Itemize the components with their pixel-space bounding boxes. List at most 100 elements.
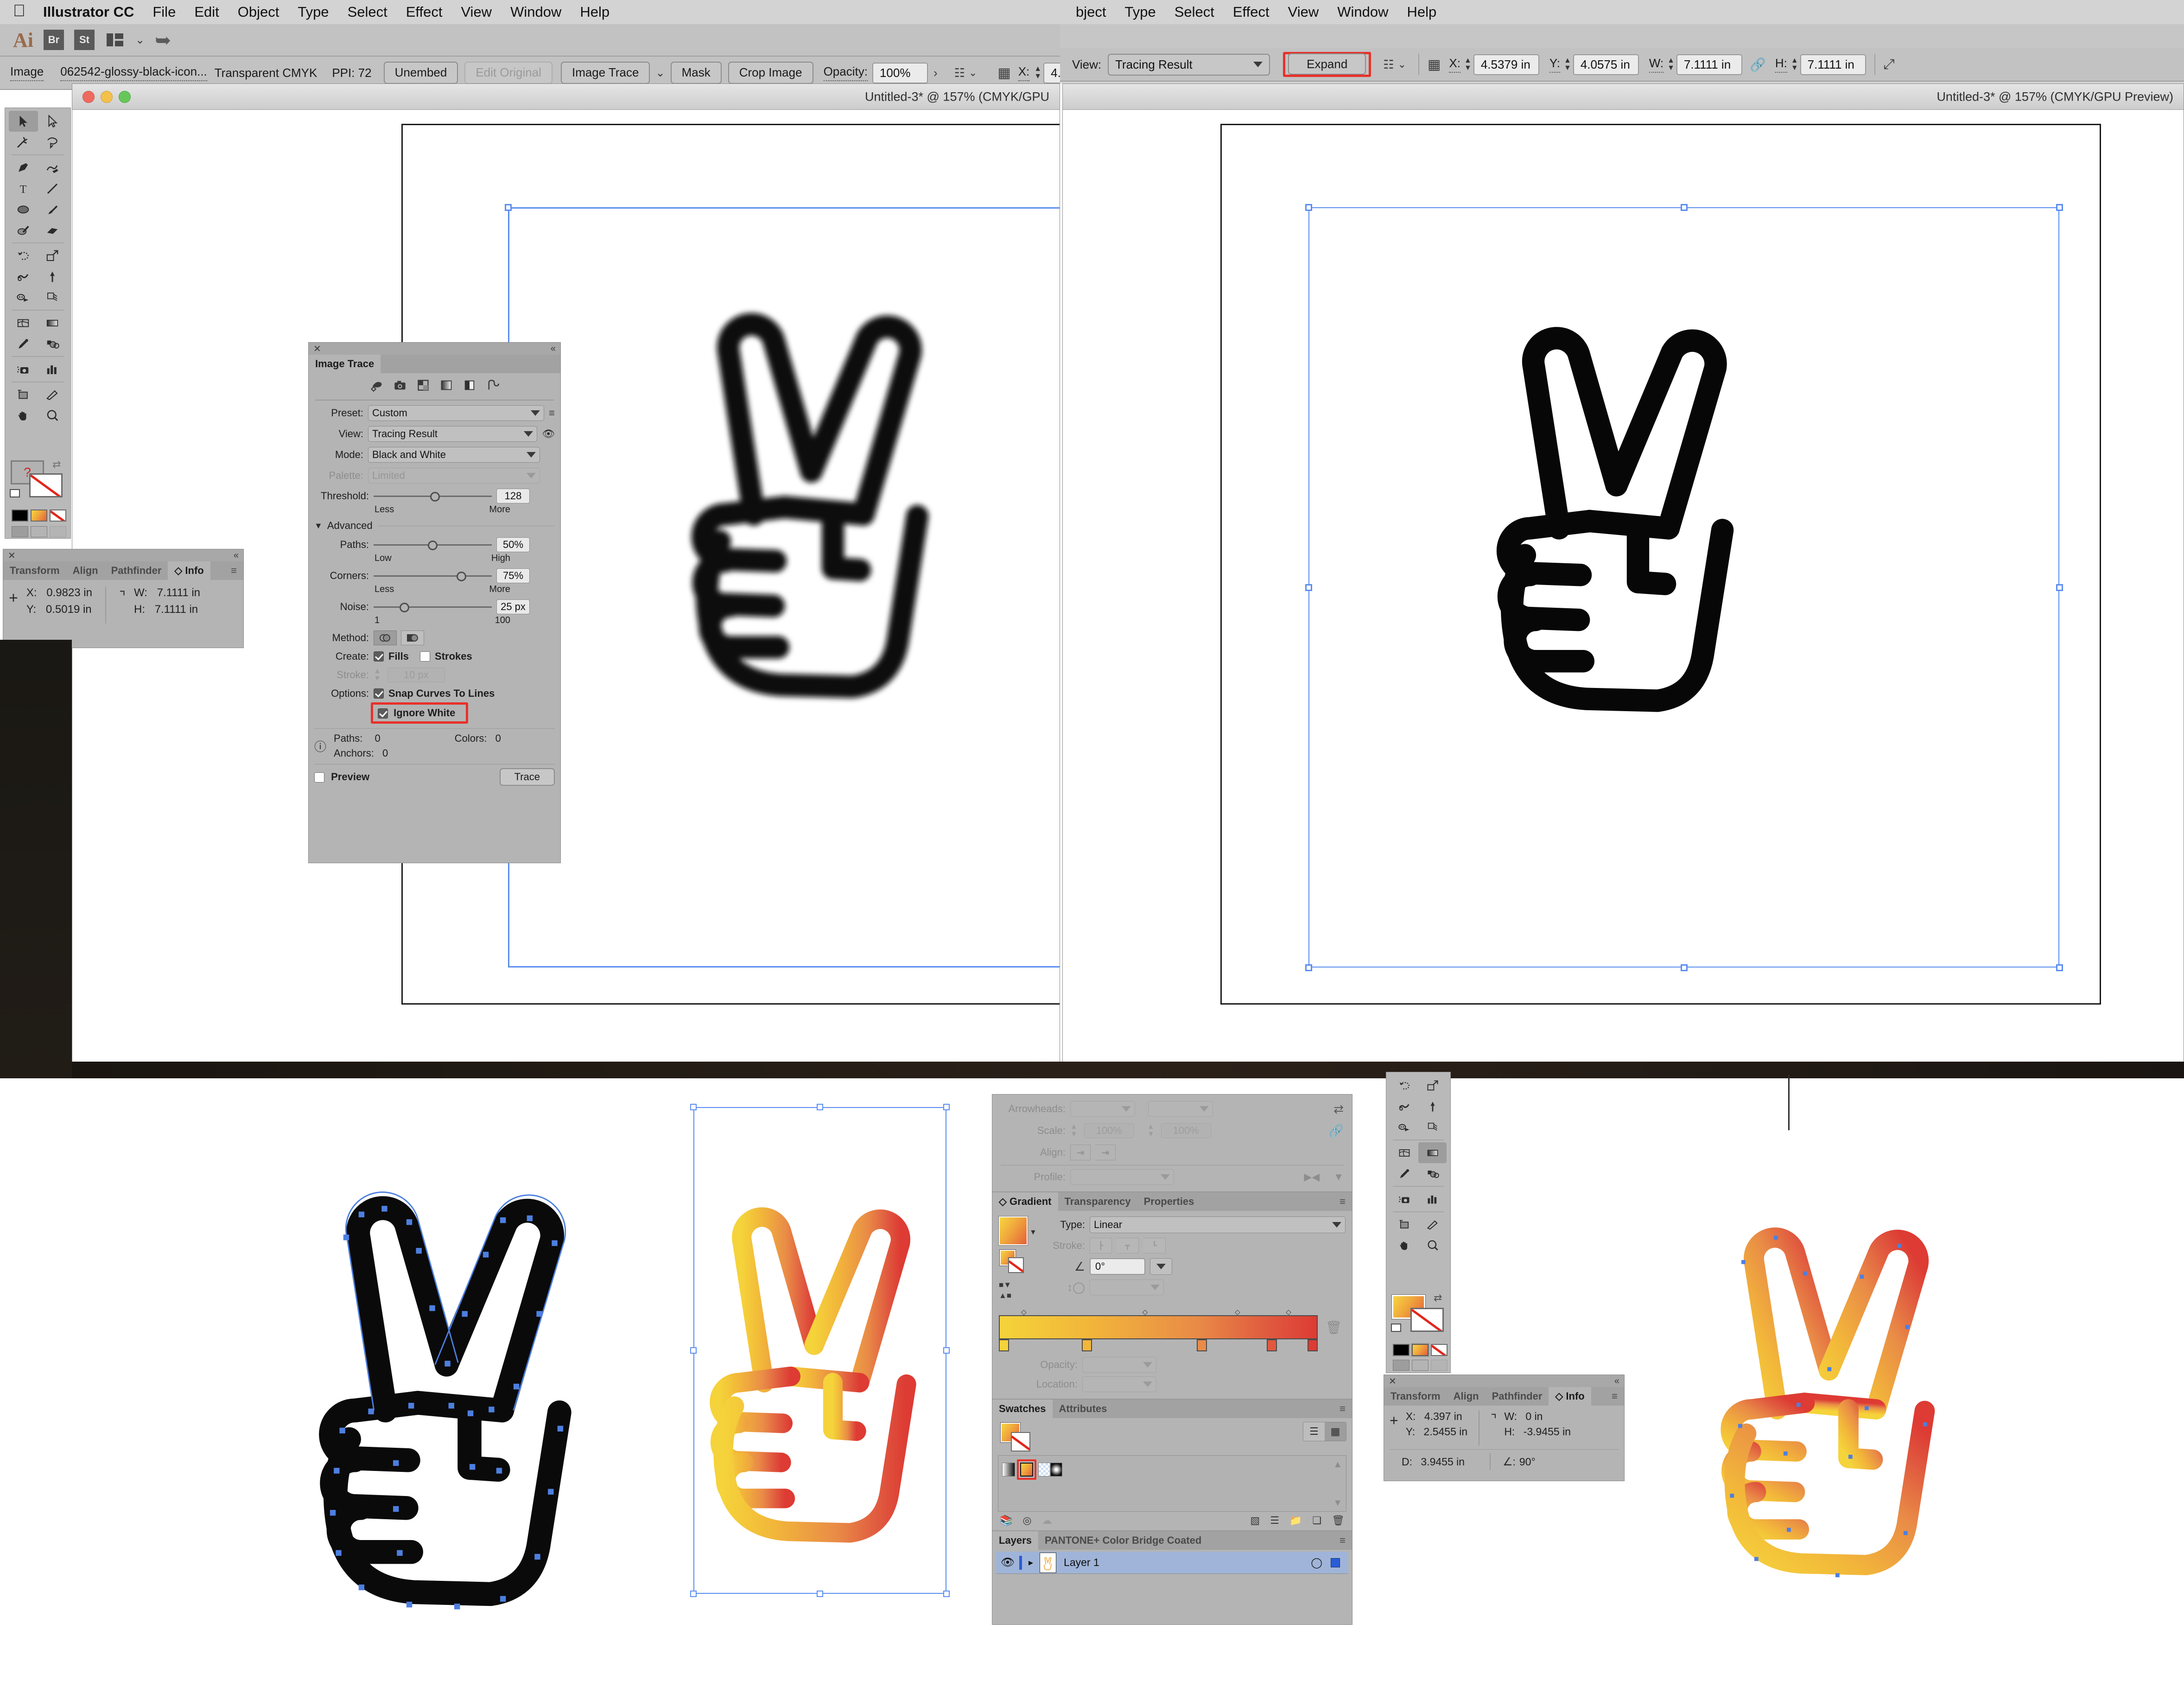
ellipse-tool[interactable] — [9, 199, 38, 220]
selection-handle-tl[interactable] — [505, 204, 512, 211]
zoom-tool-right[interactable] — [1418, 1235, 1447, 1256]
gradient-angle-row[interactable]: ∠ 0° — [1045, 1258, 1346, 1275]
scale-tool[interactable] — [38, 245, 67, 266]
curvature-tool[interactable] — [38, 157, 67, 178]
shape-builder-tool-right[interactable] — [1418, 1163, 1447, 1184]
image-trace-tabs[interactable]: Image Trace — [309, 355, 560, 373]
method-row[interactable]: Method: — [314, 630, 555, 645]
view-select[interactable]: Tracing Result — [368, 426, 537, 442]
paintbrush-tool[interactable] — [38, 199, 67, 220]
menu-effect-right[interactable]: Effect — [1224, 4, 1279, 20]
menu-bar-right[interactable]: bject Type Select Effect View Window Hel… — [1060, 0, 2184, 24]
h-input-right[interactable]: 7.1111 in — [1800, 54, 1866, 75]
tab-pathfinder-right[interactable]: Pathfinder — [1486, 1387, 1549, 1406]
image-trace-button[interactable]: Image Trace — [561, 62, 650, 83]
blend-tool[interactable] — [9, 287, 38, 308]
y-stepper-right[interactable]: ▲▼ — [1564, 58, 1571, 71]
rotate-tool[interactable] — [9, 245, 38, 266]
menu-object-right[interactable]: bject — [1067, 4, 1115, 20]
perspective-grid-tool[interactable] — [38, 287, 67, 308]
high-fidelity-photo-icon[interactable] — [394, 379, 406, 394]
fill-stroke-controls-left[interactable]: ? ⇄ — [10, 460, 67, 507]
swatch-white-to-black[interactable] — [1002, 1463, 1015, 1477]
align-dropdown-icon[interactable]: ⌄ — [969, 67, 977, 79]
gradient-angle-input[interactable]: 0° — [1090, 1258, 1145, 1275]
gradient-presets-caret-icon[interactable]: ▼ — [1029, 1229, 1037, 1237]
tab-transparency[interactable]: Transparency — [1058, 1192, 1137, 1211]
image-trace-panel-header[interactable]: ✕ « — [309, 343, 560, 355]
workspace-switcher-icon[interactable]: ➥ — [155, 29, 171, 51]
swatch-orange-gradient[interactable] — [1020, 1463, 1033, 1477]
noise-row[interactable]: Noise: 25 px — [314, 599, 555, 614]
tab-info-right[interactable]: ◇ Info — [1549, 1387, 1591, 1406]
new-color-group-icon[interactable]: 📁 — [1289, 1515, 1302, 1527]
tool-grid-left[interactable]: T — [5, 108, 70, 429]
threshold-slider[interactable] — [374, 489, 492, 503]
layer-row[interactable]: 👁 ▸ Layer 1 ◯ — [996, 1552, 1348, 1574]
corners-value[interactable]: 75% — [496, 568, 530, 583]
minimize-window-button[interactable] — [101, 91, 113, 103]
grad-handle-bc[interactable] — [817, 1591, 823, 1597]
paths-slider[interactable] — [374, 537, 492, 552]
x-stepper[interactable]: ▲▼ — [1034, 66, 1041, 79]
info-panel-left-header[interactable]: ✕ « — [3, 549, 243, 561]
image-trace-dropdown-icon[interactable]: ⌄ — [655, 66, 665, 80]
layer-name[interactable]: Layer 1 — [1064, 1556, 1099, 1569]
perspective-grid-tool-right[interactable] — [1418, 1117, 1447, 1138]
expand-layer-icon[interactable]: ▸ — [1029, 1557, 1033, 1568]
pen-tool[interactable] — [9, 157, 38, 178]
direct-selection-tool[interactable] — [38, 111, 67, 132]
corners-slider[interactable] — [374, 568, 492, 583]
tab-swatches[interactable]: Swatches — [992, 1400, 1053, 1418]
tab-align[interactable]: Align — [66, 561, 105, 580]
artboard-tool[interactable] — [9, 384, 38, 405]
w-stepper-right[interactable]: ▲▼ — [1667, 58, 1675, 71]
shaper-tool[interactable] — [9, 220, 38, 241]
create-row[interactable]: Create: Fills Strokes — [314, 650, 555, 662]
gradient-panel-tabs[interactable]: ◇ Gradient Transparency Properties ≡ — [992, 1192, 1352, 1211]
info-panel-right[interactable]: ✕ « Transform Align Pathfinder ◇ Info ≡ … — [1384, 1375, 1625, 1481]
fill-stroke-controls-right[interactable]: ⇄ — [1391, 1295, 1448, 1341]
w-input-right[interactable]: 7.1111 in — [1676, 54, 1742, 75]
align-dropdown-icon-right[interactable]: ⌄ — [1398, 58, 1406, 70]
menu-file[interactable]: File — [143, 4, 185, 20]
stroke-swatch-none-right[interactable] — [1410, 1308, 1444, 1332]
selection-handle-tr-right[interactable] — [2056, 204, 2063, 211]
full-screen-mode-button-right[interactable] — [1431, 1360, 1448, 1371]
hand-peace-sign-traced-right[interactable] — [1480, 258, 1767, 726]
slice-tool-right[interactable] — [1418, 1214, 1447, 1235]
zoom-tool[interactable] — [38, 405, 67, 426]
shape-builder-tool[interactable] — [38, 333, 67, 354]
threshold-row[interactable]: Threshold: 128 — [314, 489, 555, 503]
reference-point-icon-right[interactable]: ▦ — [1428, 57, 1441, 73]
menu-type[interactable]: Type — [288, 4, 338, 20]
chevron-down-icon[interactable]: ⌄ — [135, 33, 145, 47]
x-stepper-right[interactable]: ▲▼ — [1464, 58, 1472, 71]
strokes-checkbox[interactable] — [420, 651, 430, 662]
tab-transform-right[interactable]: Transform — [1384, 1387, 1447, 1406]
gradient-reverse-icons[interactable]: ■▼ ▲■ — [999, 1280, 1039, 1300]
mesh-tool[interactable] — [9, 312, 38, 333]
info-panel-left[interactable]: ✕ « Transform Align Pathfinder ◇ Info ≡ … — [3, 549, 244, 648]
gradient-midpoint-markers[interactable]: ◇ ◇ ◇ ◇ — [999, 1308, 1318, 1314]
free-transform-tool-right[interactable] — [1418, 1096, 1447, 1117]
trace-button[interactable]: Trace — [500, 768, 555, 786]
low-fidelity-photo-icon[interactable] — [417, 379, 430, 394]
width-tool-right[interactable] — [1390, 1096, 1418, 1117]
mode-row[interactable]: Mode: Black and White — [314, 447, 555, 463]
normal-screen-mode-button[interactable] — [12, 526, 28, 537]
color-fill-button-right[interactable] — [1393, 1344, 1409, 1356]
menu-bar[interactable]:  Illustrator CC File Edit Object Type S… — [0, 0, 1060, 24]
color-mode-row-left[interactable] — [12, 509, 66, 522]
snap-curves-checkbox[interactable] — [374, 688, 384, 699]
eyedropper-tool-right[interactable] — [1390, 1163, 1418, 1184]
tab-layers[interactable]: Layers — [992, 1531, 1038, 1550]
tools-panel-right[interactable]: ⇄ — [1386, 1072, 1451, 1373]
method-overlapping-button[interactable] — [401, 630, 424, 645]
collapse-icon[interactable]: « — [1614, 1376, 1619, 1387]
title-bar-right[interactable]: Untitled-3* @ 157% (CMYK/GPU Preview) — [1063, 84, 2184, 110]
selection-handle-bc-right[interactable] — [1681, 964, 1688, 971]
selection-handle-br-right[interactable] — [2056, 964, 2063, 971]
menu-view-right[interactable]: View — [1279, 4, 1328, 20]
mask-button[interactable]: Mask — [671, 62, 722, 83]
